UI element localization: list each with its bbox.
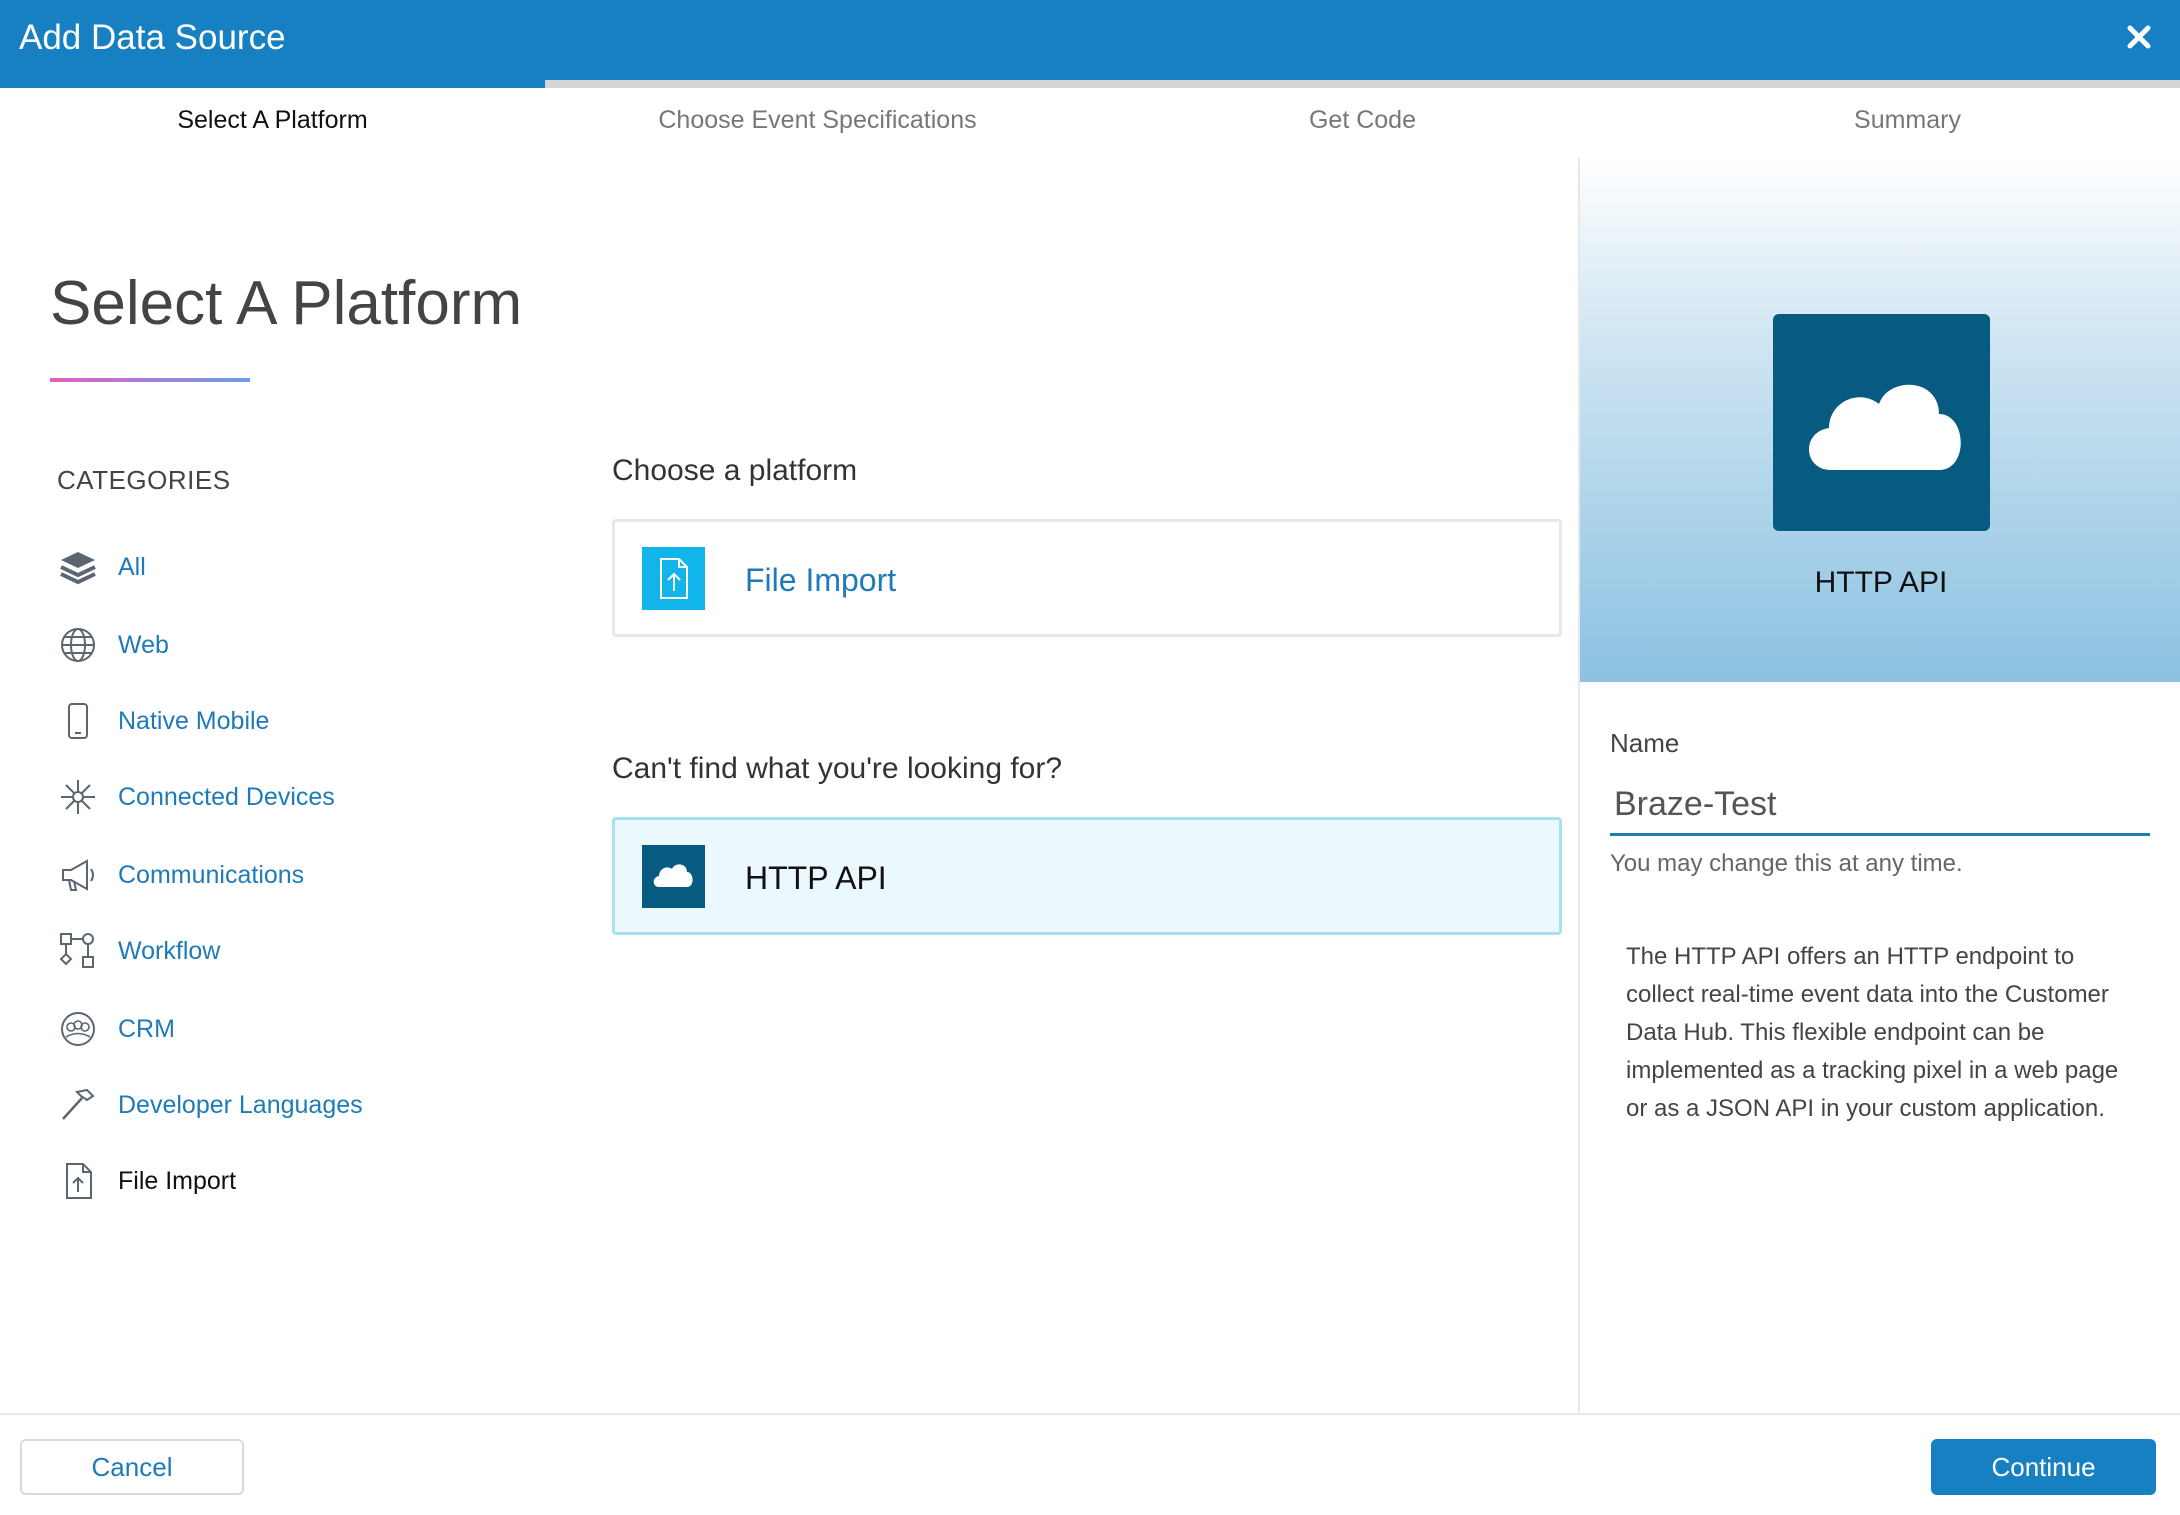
category-native-mobile[interactable]: Native Mobile — [57, 696, 477, 746]
name-hint: You may change this at any time. — [1610, 850, 1963, 877]
categories-title: CATEGORIES — [57, 465, 231, 495]
platform-card-http-api[interactable]: HTTP API — [612, 817, 1562, 935]
file-upload-icon — [66, 1163, 92, 1199]
title-underline — [50, 378, 250, 382]
name-input[interactable] — [1610, 776, 2150, 836]
footer-bar: Cancel Continue — [0, 1413, 2180, 1515]
mobile-phone-icon — [68, 703, 88, 739]
name-label: Name — [1610, 728, 1680, 758]
platform-card-label: HTTP API — [745, 860, 887, 896]
connected-devices-icon — [61, 780, 95, 814]
workflow-icon — [59, 933, 94, 968]
platform-card-label: File Import — [745, 562, 897, 598]
platform-card-file-import[interactable]: File Import — [612, 519, 1562, 637]
continue-button[interactable]: Continue — [1931, 1439, 2156, 1495]
choose-platform-label: Choose a platform — [612, 454, 858, 487]
wizard-steps: Select A Platform Choose Event Specifica… — [0, 88, 2180, 158]
step-select-platform: Select A Platform — [177, 106, 368, 134]
page-title: Select A Platform — [50, 269, 523, 338]
category-all[interactable]: All — [57, 542, 477, 592]
wizard-progress-bar — [0, 80, 2180, 88]
details-panel: HTTP API Name You may change this at any… — [1578, 158, 2180, 1413]
category-label: All — [118, 552, 146, 581]
platform-description: The HTTP API offers an HTTP endpoint to … — [1626, 943, 2119, 1122]
megaphone-icon — [62, 859, 94, 891]
category-label: Web — [118, 630, 169, 659]
step-choose-event-specifications: Choose Event Specifications — [658, 106, 977, 134]
category-label: Workflow — [118, 936, 221, 965]
category-workflow[interactable]: Workflow — [57, 926, 477, 976]
category-label: CRM — [118, 1014, 175, 1043]
category-file-import[interactable]: File Import — [57, 1156, 477, 1206]
category-web[interactable]: Web — [57, 620, 477, 670]
globe-icon — [61, 628, 95, 662]
category-connected-devices[interactable]: Connected Devices — [57, 772, 477, 822]
cloud-icon — [1773, 314, 1990, 531]
category-label: Native Mobile — [118, 706, 270, 735]
step-summary: Summary — [1854, 106, 1961, 134]
wizard-progress-fill — [0, 80, 545, 88]
selected-platform-hero: HTTP API — [1580, 158, 2180, 682]
window-title: Add Data Source — [19, 18, 286, 57]
main-panel: Select A Platform CATEGORIES All Web Nat… — [0, 158, 1578, 1413]
hammer-icon — [62, 1088, 95, 1120]
close-icon[interactable] — [2120, 18, 2158, 56]
layers-icon — [60, 552, 96, 585]
selected-platform-title: HTTP API — [1814, 566, 1948, 599]
window-header: Add Data Source — [0, 0, 2180, 80]
category-label: Developer Languages — [118, 1090, 363, 1119]
category-label: Connected Devices — [118, 782, 335, 811]
category-communications[interactable]: Communications — [57, 850, 477, 900]
file-upload-icon — [642, 547, 705, 610]
step-get-code: Get Code — [1308, 106, 1416, 134]
category-label: Communications — [118, 860, 305, 889]
category-label: File Import — [118, 1166, 237, 1195]
crm-people-icon — [61, 1012, 95, 1046]
category-crm[interactable]: CRM — [57, 1004, 477, 1054]
cant-find-label: Can't find what you're looking for? — [612, 752, 1063, 785]
cancel-button[interactable]: Cancel — [20, 1439, 244, 1495]
category-developer-languages[interactable]: Developer Languages — [57, 1080, 477, 1130]
cloud-icon — [642, 845, 705, 908]
